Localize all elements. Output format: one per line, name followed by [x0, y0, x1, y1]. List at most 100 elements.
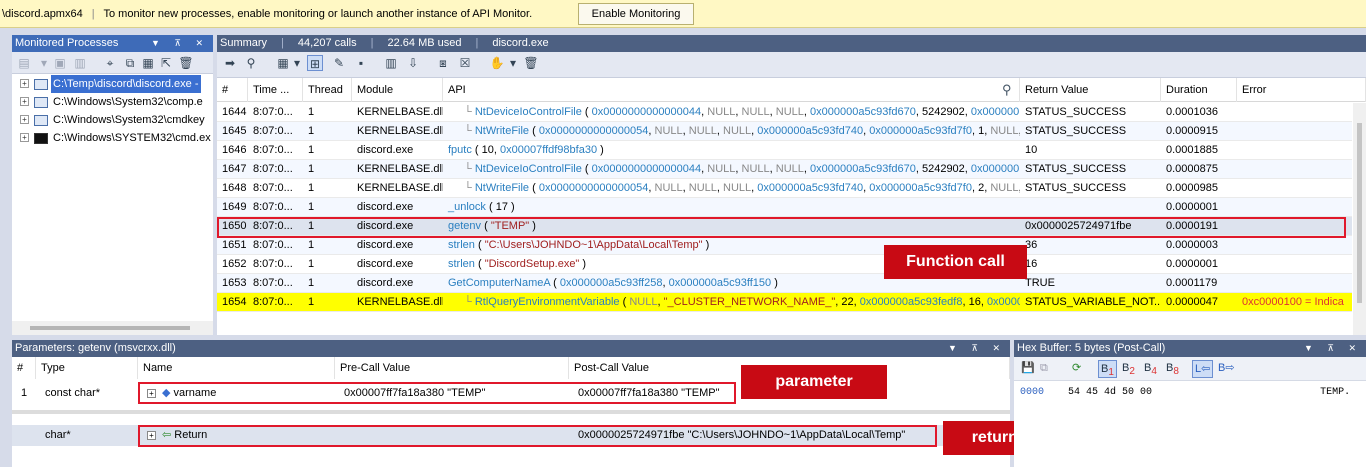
panel-controls[interactable]: ▼ ⊼ ✕ — [1304, 340, 1362, 357]
filter-icon[interactable]: ▪ — [353, 55, 369, 71]
attach-icon[interactable]: ▤ — [16, 55, 32, 71]
table-row[interactable]: 1649 8:07:0... 1 discord.exe _unlock ( 17 ) 0… — [217, 198, 1352, 217]
search-icon[interactable]: ⚲ — [1002, 82, 1012, 98]
trash-icon[interactable]: 🗑 — [178, 55, 194, 71]
hex-dump-line: 0000 54 45 4d 50 00 TEMP. — [1020, 387, 1350, 398]
call-number: 1653 — [222, 277, 247, 289]
dropdown-icon[interactable]: ▾ — [289, 55, 305, 71]
process-tree-item[interactable]: + C:\Windows\SYSTEM32\cmd.ex — [12, 129, 213, 147]
dropdown-icon[interactable]: ▾ — [36, 55, 52, 71]
tree-view-icon[interactable]: ⊞ — [307, 55, 323, 71]
capture-icon[interactable]: ⧆ — [435, 55, 451, 71]
table-row[interactable]: 1651 8:07:0... 1 discord.exe strlen ( "C:\Us… — [217, 236, 1352, 255]
byte-2-button[interactable]: B2 — [1120, 360, 1137, 378]
process-tree-item[interactable]: + C:\Windows\System32\cmdkey — [12, 111, 213, 129]
detach-icon[interactable]: ▣ — [52, 55, 68, 71]
expand-icon[interactable]: + — [20, 97, 29, 106]
function-call-highlight — [217, 217, 1346, 238]
goto-icon[interactable]: ➡ — [222, 55, 238, 71]
panel-controls[interactable]: ▼ ⊼ ✕ — [151, 35, 209, 52]
byte-4-label: 4 — [1151, 366, 1157, 378]
call-number: 1654 — [222, 296, 247, 308]
call-api: └ NtDeviceIoControlFile ( 0x000000000000… — [459, 160, 1020, 179]
enable-monitoring-button[interactable]: Enable Monitoring — [578, 3, 694, 25]
call-module: KERNELBASE.dll — [357, 125, 443, 137]
expand-icon[interactable]: + — [20, 133, 29, 142]
parameter-label: parameter — [741, 365, 887, 399]
api-arguments: ( 10, 0x00007ffdf98bfa30 ) — [474, 144, 604, 156]
stop-icon[interactable]: ▥ — [72, 55, 88, 71]
table-row[interactable]: 1647 8:07:0... 1 KERNELBASE.dll └ NtDeviceIo… — [217, 160, 1352, 179]
download-icon[interactable]: ⇩ — [405, 55, 421, 71]
trash-icon[interactable]: 🗑 — [523, 55, 539, 71]
vertical-scrollbar[interactable] — [1353, 103, 1366, 335]
column-header[interactable]: Module — [352, 78, 443, 102]
crosshair-icon[interactable]: ⌖ — [102, 55, 118, 71]
column-header[interactable]: Thread — [303, 78, 352, 102]
summary-title: Summary | 44,207 calls | 22.64 MB used | disco… — [217, 35, 1366, 52]
table-row[interactable]: 1646 8:07:0... 1 discord.exe fputc ( 10, 0x0… — [217, 141, 1352, 160]
param-column-header[interactable]: Type — [36, 357, 138, 379]
table-row[interactable]: 1652 8:07:0... 1 discord.exe strlen ( "Disco… — [217, 255, 1352, 274]
find-icon[interactable]: ⚲ — [243, 55, 259, 71]
network-icon[interactable]: ⧉ — [122, 55, 138, 71]
table-row[interactable]: 1645 8:07:0... 1 KERNELBASE.dll └ NtWriteFil… — [217, 122, 1352, 141]
table-row[interactable]: 1653 8:07:0... 1 discord.exe GetComputerName… — [217, 274, 1352, 293]
duration: 0.0000001 — [1166, 258, 1218, 270]
return-value: STATUS_VARIABLE_NOT... — [1025, 296, 1161, 308]
function-call-label: Function call — [884, 245, 1027, 279]
table-row[interactable]: 1654 8:07:0... 1 KERNELBASE.dll └ RtlQueryEn… — [217, 293, 1352, 312]
column-header[interactable]: Time ... — [248, 78, 303, 102]
hand-icon[interactable]: ✋ — [489, 55, 505, 71]
refresh-icon[interactable]: ⟳ — [1070, 360, 1083, 378]
notification-bar: \discord.apmx64 | To monitor new process… — [0, 0, 1366, 28]
byte-1-button[interactable]: B1 — [1098, 360, 1117, 378]
dropdown-icon[interactable]: ▾ — [505, 55, 521, 71]
properties-icon[interactable]: ▦ — [140, 55, 156, 71]
param-column-header[interactable]: # — [12, 357, 36, 379]
save-icon[interactable]: 💾 — [1019, 360, 1037, 378]
panel-controls[interactable]: ▼ ⊼ ✕ — [948, 340, 1006, 357]
column-header[interactable]: Error — [1237, 78, 1366, 102]
error — [1237, 122, 1353, 141]
export-icon[interactable]: ⇱ — [158, 55, 174, 71]
byte-8-button[interactable]: B8 — [1164, 360, 1181, 378]
call-api: └ NtDeviceIoControlFile ( 0x000000000000… — [459, 103, 1020, 122]
table-row[interactable]: 1648 8:07:0... 1 KERNELBASE.dll └ NtWriteFil… — [217, 179, 1352, 198]
summary-separator: | — [281, 37, 284, 49]
process-tree-item[interactable]: + C:\Temp\discord\discord.exe - — [12, 75, 213, 93]
process-tree-item[interactable]: + C:\Windows\System32\comp.e — [12, 93, 213, 111]
big-endian-button[interactable]: B⇨ — [1216, 360, 1237, 378]
column-header[interactable]: # — [217, 78, 248, 102]
param-column-header[interactable]: Pre-Call Value — [335, 357, 569, 379]
api-arguments: ( "DiscordSetup.exe" ) — [477, 258, 587, 270]
error — [1237, 198, 1353, 217]
byte-4-button[interactable]: B4 — [1142, 360, 1159, 378]
expand-icon[interactable]: + — [20, 115, 29, 124]
monitored-processes-title: Monitored Processes ▼ ⊼ ✕ — [12, 35, 213, 52]
column-header[interactable]: Duration — [1161, 78, 1237, 102]
call-number: 1652 — [222, 258, 247, 270]
expand-icon[interactable]: + — [20, 79, 29, 88]
process-path: C:\Windows\SYSTEM32\cmd.ex — [53, 132, 211, 144]
scrollbar-thumb[interactable] — [1357, 123, 1362, 303]
param-column-header[interactable]: Name — [138, 357, 335, 379]
horizontal-scrollbar[interactable] — [12, 321, 213, 335]
table-row[interactable]: 1644 8:07:0... 1 KERNELBASE.dll └ NtDeviceIo… — [217, 103, 1352, 122]
column-header[interactable]: API — [443, 78, 1020, 102]
error — [1237, 160, 1353, 179]
highlight-icon[interactable]: ✎ — [331, 55, 347, 71]
column-header[interactable]: Return Value — [1020, 78, 1161, 102]
copy-icon[interactable]: ⧉ — [1038, 360, 1050, 378]
duration: 0.0001036 — [1166, 106, 1218, 118]
return-value: STATUS_SUCCESS — [1025, 125, 1127, 137]
api-arguments: ( 17 ) — [488, 201, 515, 213]
api-arguments: ( 0x0000000000000054, NULL, NULL, NULL, … — [532, 182, 1020, 194]
scrollbar-thumb[interactable] — [30, 326, 190, 330]
clear-capture-icon[interactable]: ☒ — [457, 55, 473, 71]
little-endian-icon[interactable]: L⇦ — [1192, 360, 1214, 378]
call-time: 8:07:0... — [253, 144, 293, 156]
call-thread: 1 — [308, 239, 315, 251]
columns-icon[interactable]: ▥ — [383, 55, 399, 71]
api-function-name: NtDeviceIoControlFile — [474, 106, 582, 118]
